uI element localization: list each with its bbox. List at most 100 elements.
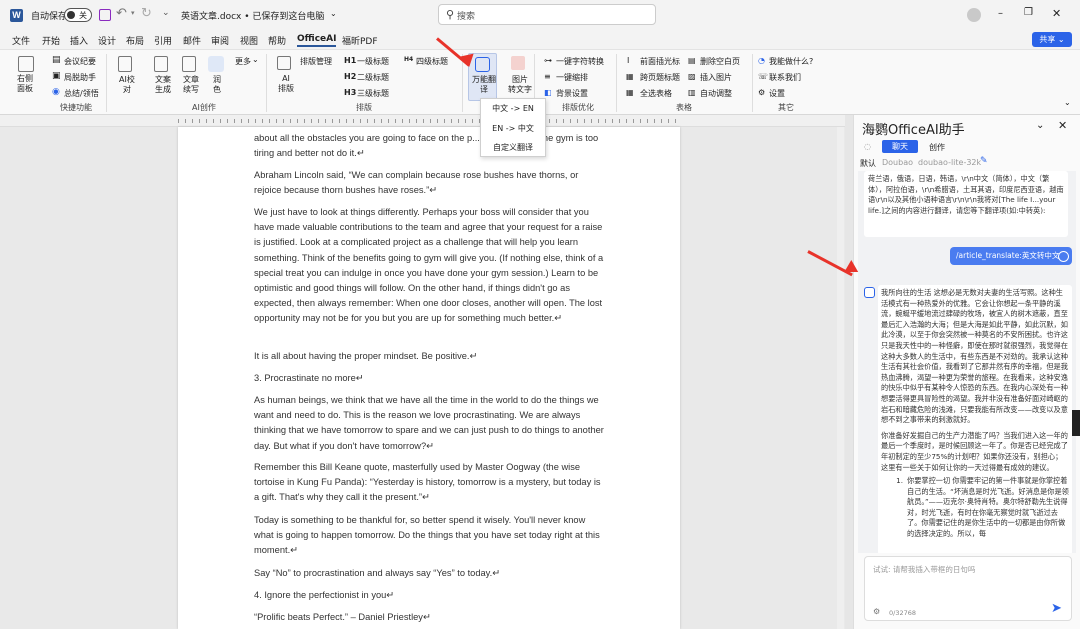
doc-paragraph[interactable]: “Prolific beats Perfect.” – Daniel Pries… <box>254 610 606 625</box>
doc-paragraph[interactable]: We just have to look at things different… <box>254 205 606 327</box>
doc-heading[interactable]: 4. Ignore the perfectionist in you↵ <box>254 588 606 603</box>
save-icon[interactable] <box>99 9 111 21</box>
doc-paragraph[interactable]: Abraham Lincoln said, “We can complain b… <box>254 168 606 198</box>
menu-view[interactable]: 视图 <box>240 34 258 47</box>
prompt-message: 荷兰语，俄语，日语，韩语，\r\n中文（简体），中文（繁体），阿拉伯语，\r\n… <box>864 171 1068 237</box>
menu-references[interactable]: 引用 <box>154 34 172 47</box>
side-handle[interactable] <box>1072 410 1080 436</box>
collapse-ribbon-icon[interactable]: ⌄ <box>1064 98 1071 107</box>
doc-paragraph[interactable]: about all the obstacles you are going to… <box>254 131 606 161</box>
assistant-avatar-icon <box>864 287 875 298</box>
restore-icon[interactable]: ❐ <box>1024 7 1033 18</box>
doc-heading[interactable]: 3. Procrastinate no more↵ <box>254 371 606 386</box>
group-table: 表格 <box>676 103 692 112</box>
img-to-text-button[interactable]: 图片 转文字 <box>508 75 532 95</box>
panel-collapse-icon[interactable]: ⌄ <box>1036 120 1044 131</box>
doc-paragraph[interactable]: Say “No” to procrastination and always s… <box>254 566 606 581</box>
contact-icon: ☏ <box>758 72 769 81</box>
group-format-opt: 排版优化 <box>562 103 594 112</box>
doc-title[interactable]: 英语文章.docx • 已保存到这台电脑 <box>181 9 324 22</box>
translate-icon <box>475 57 490 72</box>
contact-us-button[interactable]: 联系我们 <box>769 72 801 83</box>
doc-paragraph[interactable]: As human beings, we think that we have a… <box>254 393 606 454</box>
menu-help[interactable]: 帮助 <box>268 34 286 47</box>
right-panel-icon[interactable] <box>18 56 34 72</box>
doc-paragraph[interactable]: Remember this Bill Keane quote, masterfu… <box>254 460 606 506</box>
model-provider[interactable]: Doubao <box>882 158 913 167</box>
insert-cursor-button[interactable]: 前面插光标 <box>640 56 680 67</box>
text-gen-icon <box>154 56 168 72</box>
heading4-button[interactable]: 四级标题 <box>416 56 448 67</box>
send-icon[interactable]: ➤ <box>1051 601 1062 616</box>
redo-icon[interactable]: ↻ <box>141 6 152 21</box>
polish-button[interactable]: 润 色 <box>213 75 221 95</box>
heading1-button[interactable]: 一级标题 <box>357 56 389 67</box>
word-logo-icon: W <box>10 9 23 22</box>
text-continue-button[interactable]: 文章 续写 <box>183 75 199 95</box>
share-button[interactable]: 共享 ⌄ <box>1032 32 1072 47</box>
undo-icon[interactable]: ↶ <box>116 6 127 21</box>
doc-paragraph[interactable]: Today is something to be thankful for, s… <box>254 513 606 559</box>
default-label: 默认 <box>860 159 876 168</box>
text-gen-button[interactable]: 文案 生成 <box>155 75 171 95</box>
eye-icon[interactable]: ◌ <box>864 142 871 151</box>
menu-review[interactable]: 审阅 <box>211 34 229 47</box>
auto-adjust-button[interactable]: 自动调整 <box>700 88 732 99</box>
translate-dropdown: 中文 -> EN EN -> 中文 自定义翻译 <box>480 98 546 157</box>
search-icon: ⚲ <box>446 8 455 21</box>
translate-en-zh[interactable]: EN -> 中文 <box>481 123 545 134</box>
undo-dropdown-icon[interactable]: ▾ <box>131 9 135 17</box>
summary-button[interactable]: 总结/领悟 <box>64 88 99 99</box>
avatar[interactable] <box>967 8 981 22</box>
ai-proofread-button[interactable]: AI校 对 <box>119 75 135 95</box>
more-button[interactable]: 更多 <box>235 56 251 67</box>
more-dropdown-icon[interactable]: ⌄ <box>252 55 259 64</box>
format-manage-button[interactable]: 排版管理 <box>300 56 332 67</box>
edit-model-icon[interactable]: ✎ <box>980 156 988 166</box>
menu-foxit-pdf[interactable]: 福昕PDF <box>342 34 378 47</box>
bureau-assistant-button[interactable]: 局脱助手 <box>64 72 96 83</box>
settings-button[interactable]: 设置 <box>769 88 785 99</box>
autosave-toggle[interactable]: 关 <box>64 8 92 22</box>
translate-custom[interactable]: 自定义翻译 <box>481 142 545 153</box>
tab-create[interactable]: 创作 <box>929 142 945 153</box>
select-table-button[interactable]: 全选表格 <box>640 88 672 99</box>
document-page[interactable]: about all the obstacles you are going to… <box>178 127 680 629</box>
customize-toolbar-icon[interactable]: ⌄ <box>162 8 170 18</box>
menu-layout[interactable]: 布局 <box>126 34 144 47</box>
right-panel-button[interactable]: 右侧 面板 <box>17 74 33 94</box>
heading3-button[interactable]: 三级标题 <box>357 88 389 99</box>
meeting-minutes-button[interactable]: 会议纪要 <box>64 56 96 67</box>
tab-chat[interactable]: 聊天 <box>882 140 918 153</box>
chat-input[interactable]: 试试: 请帮我插入带框的日句吗 ⚙ 0/32768 ➤ <box>864 556 1072 621</box>
insert-image-button[interactable]: 插入图片 <box>700 72 732 83</box>
doc-title-dropdown-icon[interactable]: ⌄ <box>330 9 337 18</box>
one-key-convert-button[interactable]: 一键字符转换 <box>556 56 604 67</box>
document-area[interactable]: about all the obstacles you are going to… <box>0 127 845 629</box>
delete-blank-page-button[interactable]: 删除空白页 <box>700 56 740 67</box>
one-key-indent-button[interactable]: 一键缩排 <box>556 72 588 83</box>
minimize-icon[interactable]: – <box>998 8 1003 19</box>
menu-officeai[interactable]: OfficeAI <box>297 34 337 47</box>
menu-insert[interactable]: 插入 <box>70 34 88 47</box>
summary-icon: ◉ <box>52 87 60 97</box>
menu-home[interactable]: 开始 <box>42 34 60 47</box>
ai-format-button[interactable]: AI 排版 <box>278 74 294 94</box>
close-icon[interactable]: ✕ <box>1052 7 1061 20</box>
menu-mailings[interactable]: 邮件 <box>183 34 201 47</box>
search-box[interactable]: ⚲ 搜索 <box>438 4 656 25</box>
ai-proofread-icon <box>118 56 132 72</box>
model-name[interactable]: doubao-lite-32k <box>918 158 981 167</box>
vertical-scrollbar[interactable] <box>837 127 844 629</box>
menu-file[interactable]: 文件 <box>12 34 30 47</box>
menu-design[interactable]: 设计 <box>98 34 116 47</box>
title-bar: W 自动保存 关 ↶ ▾ ↻ ⌄ 英语文章.docx • 已保存到这台电脑 ⌄ … <box>0 0 1080 31</box>
heading2-button[interactable]: 二级标题 <box>357 72 389 83</box>
what-can-i-do-button[interactable]: 我能做什么? <box>769 56 813 67</box>
panel-close-icon[interactable]: ✕ <box>1058 119 1067 132</box>
translate-zh-en[interactable]: 中文 -> EN <box>481 103 545 114</box>
cross-page-title-button[interactable]: 跨页题标题 <box>640 72 680 83</box>
attach-icon[interactable]: ⚙ <box>873 607 880 616</box>
background-settings-button[interactable]: 背景设置 <box>556 88 588 99</box>
doc-paragraph[interactable]: It is all about having the proper mindse… <box>254 349 606 364</box>
